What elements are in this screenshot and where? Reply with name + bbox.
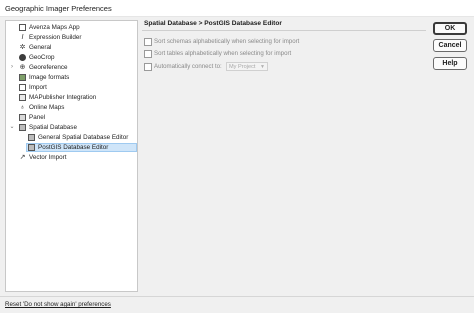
map-pin-icon: ♁	[19, 104, 26, 111]
preferences-tree[interactable]: Avenza Maps App I Expression Builder ✲ G…	[5, 20, 138, 292]
tree-item-label: Import	[29, 84, 47, 91]
sort-schemas-checkbox[interactable]	[144, 38, 152, 46]
auto-connect-checkbox[interactable]	[144, 63, 152, 71]
tree-item-image-formats[interactable]: Image formats	[6, 73, 137, 82]
vector-import-icon: ↗	[19, 154, 26, 161]
geocrop-icon	[19, 54, 26, 61]
postgis-icon	[28, 144, 35, 151]
preferences-dialog: Avenza Maps App I Expression Builder ✲ G…	[0, 17, 474, 313]
tree-item-label: GeoCrop	[29, 54, 55, 61]
georeference-icon: ⊕	[19, 64, 26, 71]
tree-item-spatial-database[interactable]: ⌄ Spatial Database	[6, 123, 137, 132]
sort-tables-checkbox[interactable]	[144, 50, 152, 58]
tree-item-label: General	[29, 44, 52, 51]
tree-item-mapublisher-integration[interactable]: MAPublisher Integration	[6, 93, 137, 102]
window-title: Geographic Imager Preferences	[5, 4, 112, 13]
tree-item-label: Panel	[29, 114, 46, 121]
panel-icon	[19, 114, 26, 121]
tree-item-label: Avenza Maps App	[29, 24, 80, 31]
chevron-down-icon[interactable]: ⌄	[9, 123, 15, 132]
tree-item-label: Spatial Database	[29, 124, 77, 131]
auto-connect-label: Automatically connect to:	[154, 63, 222, 70]
tree-item-label: Georeference	[29, 64, 68, 71]
gear-icon: ✲	[19, 44, 26, 51]
sort-schemas-label: Sort schemas alphabetically when selecti…	[154, 38, 300, 45]
tree-item-geocrop[interactable]: GeoCrop	[6, 53, 137, 62]
database-editor-icon	[28, 134, 35, 141]
import-icon	[19, 84, 26, 91]
image-formats-icon	[19, 74, 26, 81]
tree-item-label: Vector Import	[29, 154, 67, 161]
footer-divider	[0, 296, 474, 297]
mapublisher-icon	[19, 94, 26, 101]
sort-tables-label: Sort tables alphabetically when selectin…	[154, 50, 292, 57]
project-select-value: My Project	[229, 64, 256, 70]
tree-item-label: Expression Builder	[29, 34, 82, 41]
chevron-right-icon[interactable]: ›	[9, 63, 15, 72]
chevron-down-icon: ▼	[260, 64, 265, 70]
tree-item-label: General Spatial Database Editor	[38, 134, 129, 141]
tree-item-vector-import[interactable]: ↗ Vector Import	[6, 153, 137, 162]
tree-item-label: Image formats	[29, 74, 70, 81]
tree-item-georeference[interactable]: › ⊕ Georeference	[6, 63, 137, 72]
help-button[interactable]: Help	[433, 57, 467, 70]
tree-item-postgis-database-editor[interactable]: PostGIS Database Editor	[6, 143, 137, 152]
tree-item-panel[interactable]: Panel	[6, 113, 137, 122]
auto-connect-option[interactable]: Automatically connect to: My Project ▼	[144, 62, 344, 71]
reset-preferences-link[interactable]: Reset 'Do not show again' preferences	[5, 301, 111, 308]
project-select[interactable]: My Project ▼	[226, 62, 268, 71]
tree-item-general-spatial-database-editor[interactable]: General Spatial Database Editor	[6, 133, 137, 142]
section-divider	[142, 30, 426, 31]
ok-button[interactable]: OK	[433, 22, 467, 35]
tree-item-import[interactable]: Import	[6, 83, 137, 92]
tree-item-label: MAPublisher Integration	[29, 94, 97, 101]
section-title: Spatial Database > PostGIS Database Edit…	[144, 20, 282, 27]
tree-item-label: Online Maps	[29, 104, 65, 111]
tree-item-general[interactable]: ✲ General	[6, 43, 137, 52]
settings-panel: Spatial Database > PostGIS Database Edit…	[142, 17, 426, 292]
expression-builder-icon: I	[21, 34, 24, 41]
tree-item-label: PostGIS Database Editor	[38, 144, 109, 151]
tree-item-expression-builder[interactable]: I Expression Builder	[6, 33, 137, 42]
title-bar: Geographic Imager Preferences	[0, 0, 474, 17]
database-icon	[19, 124, 26, 131]
tree-item-online-maps[interactable]: ♁ Online Maps	[6, 103, 137, 112]
cancel-button[interactable]: Cancel	[433, 39, 467, 52]
tree-item-avenza-maps-app[interactable]: Avenza Maps App	[6, 23, 137, 32]
avenza-maps-icon	[19, 24, 26, 31]
